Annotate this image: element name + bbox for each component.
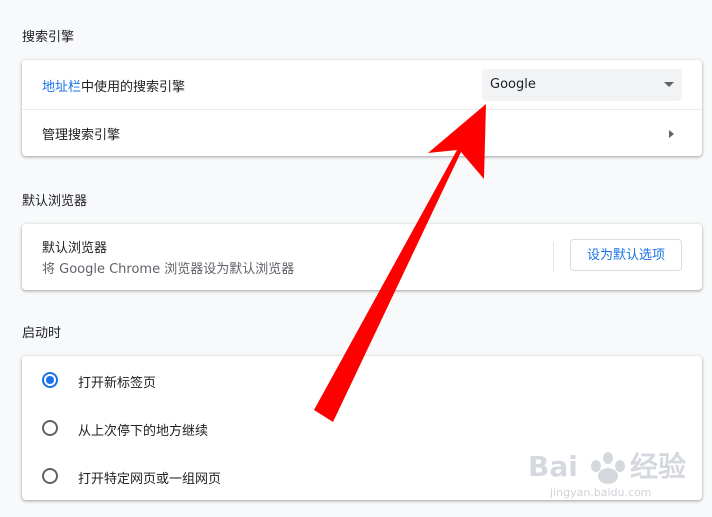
svg-text:jingyan.baidu.com: jingyan.baidu.com [549, 486, 652, 499]
svg-text:Bai: Bai [528, 450, 578, 483]
baidu-watermark-logo: Bai 经验 jingyan.baidu.com [528, 450, 686, 499]
svg-text:经验: 经验 [630, 450, 686, 483]
